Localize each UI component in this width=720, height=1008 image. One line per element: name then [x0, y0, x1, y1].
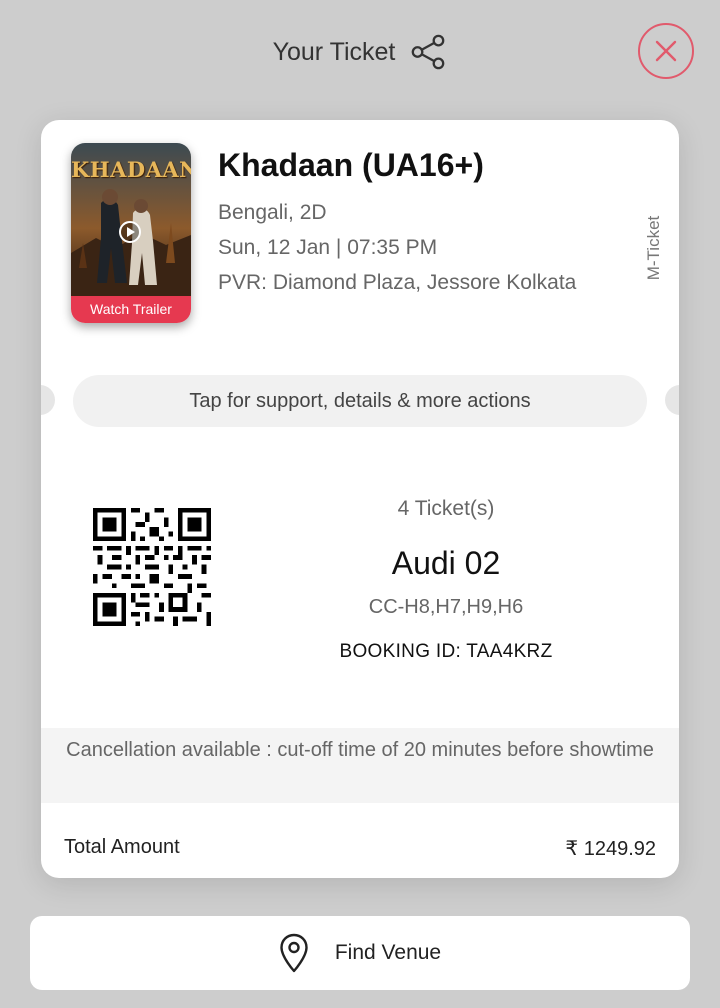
find-venue-label: Find Venue [334, 941, 442, 964]
venue-name: PVR: Diamond Plaza, Jessore Kolkata [218, 271, 577, 294]
ticket-type-label: M-Ticket [644, 215, 663, 281]
play-icon[interactable] [119, 221, 141, 243]
poster-logo: KHADAAN [71, 157, 191, 182]
ticket-card: KHADAAN Watch Trailer Khadaan (UA16+) Be… [41, 120, 679, 878]
movie-title: Khadaan (UA16+) [218, 147, 484, 183]
show-datetime: Sun, 12 Jan | 07:35 PM [218, 236, 438, 259]
find-venue-button[interactable]: Find Venue [30, 916, 690, 990]
location-pin-icon [280, 933, 308, 973]
ticket-count: 4 Ticket(s) [397, 497, 495, 520]
close-icon [655, 40, 677, 62]
ticket-notch-left [41, 385, 55, 415]
movie-language-format: Bengali, 2D [218, 201, 327, 224]
total-amount-value: ₹ 1249.92 [565, 838, 656, 860]
page-title: Your Ticket [272, 37, 396, 66]
support-actions-button[interactable]: Tap for support, details & more actions [73, 375, 647, 427]
header: Your Ticket [0, 22, 720, 82]
share-icon[interactable] [409, 33, 447, 71]
booking-id: BOOKING ID: TAA4KRZ [339, 641, 553, 662]
qr-code[interactable] [93, 508, 211, 626]
ticket-notch-right [665, 385, 679, 415]
movie-poster[interactable]: KHADAAN Watch Trailer [71, 143, 191, 323]
screen-name: Audi 02 [391, 545, 501, 581]
watch-trailer-button[interactable]: Watch Trailer [71, 296, 191, 323]
seat-numbers: CC-H8,H7,H9,H6 [368, 596, 524, 618]
total-amount-label: Total Amount [64, 836, 180, 858]
cancellation-note: Cancellation available : cut-off time of… [41, 728, 679, 803]
close-button[interactable] [638, 23, 694, 79]
